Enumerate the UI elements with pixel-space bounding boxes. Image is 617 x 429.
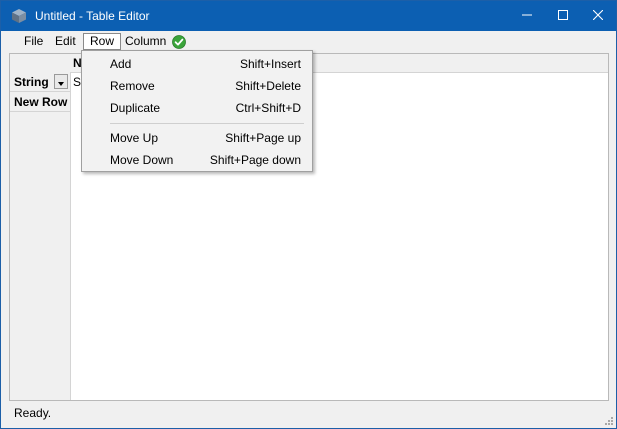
menu-bar: File Edit Row Column [1, 31, 616, 52]
green-check-icon[interactable] [172, 35, 186, 49]
close-icon [593, 10, 603, 20]
menu-item-move-up[interactable]: Move Up Shift+Page up [84, 127, 310, 149]
menu-item-add-row[interactable]: Add Shift+Insert [84, 53, 310, 75]
title-bar[interactable]: Untitled - Table Editor [1, 1, 616, 31]
menu-row[interactable]: Row [83, 33, 122, 50]
menu-item-label: Remove [110, 79, 155, 93]
type-dropdown-button[interactable] [54, 74, 68, 89]
window-title: Untitled - Table Editor [35, 9, 150, 23]
row-menu-dropdown: Add Shift+Insert Remove Shift+Delete Dup… [81, 50, 313, 172]
new-row-header[interactable]: New Row [10, 92, 70, 112]
menu-item-shortcut: Shift+Delete [235, 79, 301, 93]
menu-item-shortcut: Shift+Page down [209, 153, 301, 167]
menu-item-label: Duplicate [110, 101, 161, 115]
menu-column[interactable]: Column [119, 33, 172, 50]
maximize-button[interactable] [546, 1, 580, 29]
menu-item-label: Move Up [110, 131, 159, 145]
maximize-icon [558, 10, 568, 20]
status-text: Ready. [14, 406, 52, 420]
minimize-icon [522, 10, 532, 20]
close-button[interactable] [581, 1, 615, 29]
minimize-button[interactable] [510, 1, 544, 29]
menu-item-label: Move Down [110, 153, 174, 167]
menu-item-move-down[interactable]: Move Down Shift+Page down [84, 149, 310, 171]
menu-item-shortcut: Shift+Insert [239, 57, 301, 71]
dropdown-arrow-icon [58, 75, 64, 89]
menu-item-remove-row[interactable]: Remove Shift+Delete [84, 75, 310, 97]
size-grip-icon[interactable] [602, 414, 614, 426]
table-editor-app-icon [11, 8, 27, 24]
menu-item-label: Add [110, 57, 132, 71]
column-type-selector[interactable]: String [10, 72, 70, 92]
menu-separator [110, 123, 304, 124]
menu-item-duplicate-row[interactable]: Duplicate Ctrl+Shift+D [84, 97, 310, 119]
status-bar: Ready. [1, 402, 616, 428]
menu-edit[interactable]: Edit [49, 33, 82, 50]
menu-item-shortcut: Shift+Page up [225, 131, 301, 145]
menu-file[interactable]: File [18, 33, 49, 50]
column-type-label: String [14, 75, 49, 89]
menu-item-shortcut: Ctrl+Shift+D [235, 101, 301, 115]
